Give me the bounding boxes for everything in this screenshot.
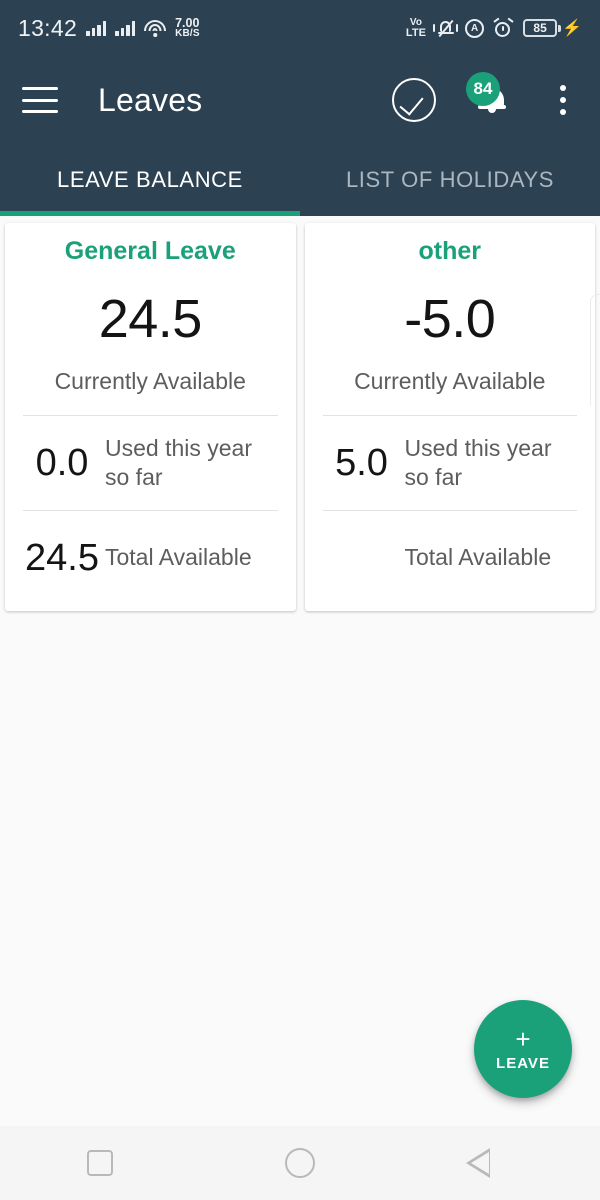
tab-list-of-holidays[interactable]: LIST OF HOLIDAYS xyxy=(300,144,600,216)
total-available-value: 24.5 xyxy=(25,537,99,579)
used-this-year-row: 0.0 Used this year so far xyxy=(5,416,296,510)
total-available-label: Total Available xyxy=(105,544,252,571)
tab-leave-balance[interactable]: LEAVE BALANCE xyxy=(0,144,300,216)
tab-bar: LEAVE BALANCE LIST OF HOLIDAYS xyxy=(0,144,600,216)
status-bar-right: Vo LTE A 85 ⚡ xyxy=(406,17,582,38)
leave-card-title: General Leave xyxy=(64,237,236,265)
back-button[interactable] xyxy=(455,1126,545,1200)
leave-card-title: other xyxy=(418,237,482,265)
triangle-back-icon xyxy=(466,1148,512,1178)
alarm-icon xyxy=(493,17,514,38)
notification-badge: 84 xyxy=(466,72,500,106)
panel-edge-divider xyxy=(590,294,600,406)
currently-available-value: -5.0 xyxy=(404,289,496,349)
leave-card-list: General Leave 24.5 Currently Available 0… xyxy=(0,216,600,611)
used-this-year-label: Used this year so far xyxy=(404,434,552,490)
phone-screen: 13:42 7.00 KB/S Vo LTE A 85 ⚡ Leaves 84 … xyxy=(0,0,600,1200)
recents-button[interactable] xyxy=(55,1126,145,1200)
charging-bolt-icon: ⚡ xyxy=(562,20,582,37)
total-available-row: 24.5 Total Available xyxy=(5,511,296,605)
used-this-year-value: 0.0 xyxy=(35,442,89,484)
system-navigation-bar xyxy=(0,1126,600,1200)
used-this-year-value: 5.0 xyxy=(335,442,388,484)
wifi-icon xyxy=(144,19,167,37)
main-content: General Leave 24.5 Currently Available 0… xyxy=(0,216,600,1126)
leave-card-general[interactable]: General Leave 24.5 Currently Available 0… xyxy=(5,223,296,611)
network-speed-unit: KB/S xyxy=(175,28,200,40)
network-speed: 7.00 KB/S xyxy=(175,16,200,40)
vibrate-mute-icon xyxy=(433,19,459,38)
notifications-button[interactable]: 84 xyxy=(466,72,514,122)
app-bar-actions: 84 xyxy=(392,72,578,122)
add-leave-label: LEAVE xyxy=(496,1055,550,1072)
check-circle-icon[interactable] xyxy=(392,78,436,122)
hamburger-menu-icon[interactable] xyxy=(22,87,58,113)
battery-level: 85 xyxy=(533,21,547,35)
page-title: Leaves xyxy=(98,81,203,118)
status-time: 13:42 xyxy=(18,14,78,41)
leave-card-other[interactable]: other -5.0 Currently Available 5.0 Used … xyxy=(304,223,596,611)
currently-available-label: Currently Available xyxy=(354,368,546,394)
home-button[interactable] xyxy=(255,1126,345,1200)
status-bar: 13:42 7.00 KB/S Vo LTE A 85 ⚡ xyxy=(0,0,600,56)
total-available-row: Total Available xyxy=(305,511,596,605)
total-available-label: Total Available xyxy=(404,544,552,571)
square-recents-icon xyxy=(87,1150,113,1176)
status-bar-left: 13:42 7.00 KB/S xyxy=(18,15,200,42)
plus-icon: + xyxy=(515,1024,531,1054)
used-this-year-row: 5.0 Used this year so far xyxy=(305,416,596,510)
circle-home-icon xyxy=(285,1148,315,1178)
volte-icon: Vo LTE xyxy=(406,18,426,38)
app-bar: Leaves 84 xyxy=(0,56,600,144)
ring-mode-icon: A xyxy=(465,18,485,38)
currently-available-value: 24.5 xyxy=(98,289,203,349)
volte-bottom-label: LTE xyxy=(405,26,427,39)
kebab-menu-icon[interactable] xyxy=(548,80,578,120)
currently-available-label: Currently Available xyxy=(54,368,246,394)
signal-bars-icon-2 xyxy=(115,20,136,36)
used-this-year-label: Used this year so far xyxy=(105,434,253,490)
add-leave-button[interactable]: + LEAVE xyxy=(474,1000,572,1098)
signal-bars-icon-1 xyxy=(86,20,107,36)
battery-icon: 85 ⚡ xyxy=(523,18,582,38)
